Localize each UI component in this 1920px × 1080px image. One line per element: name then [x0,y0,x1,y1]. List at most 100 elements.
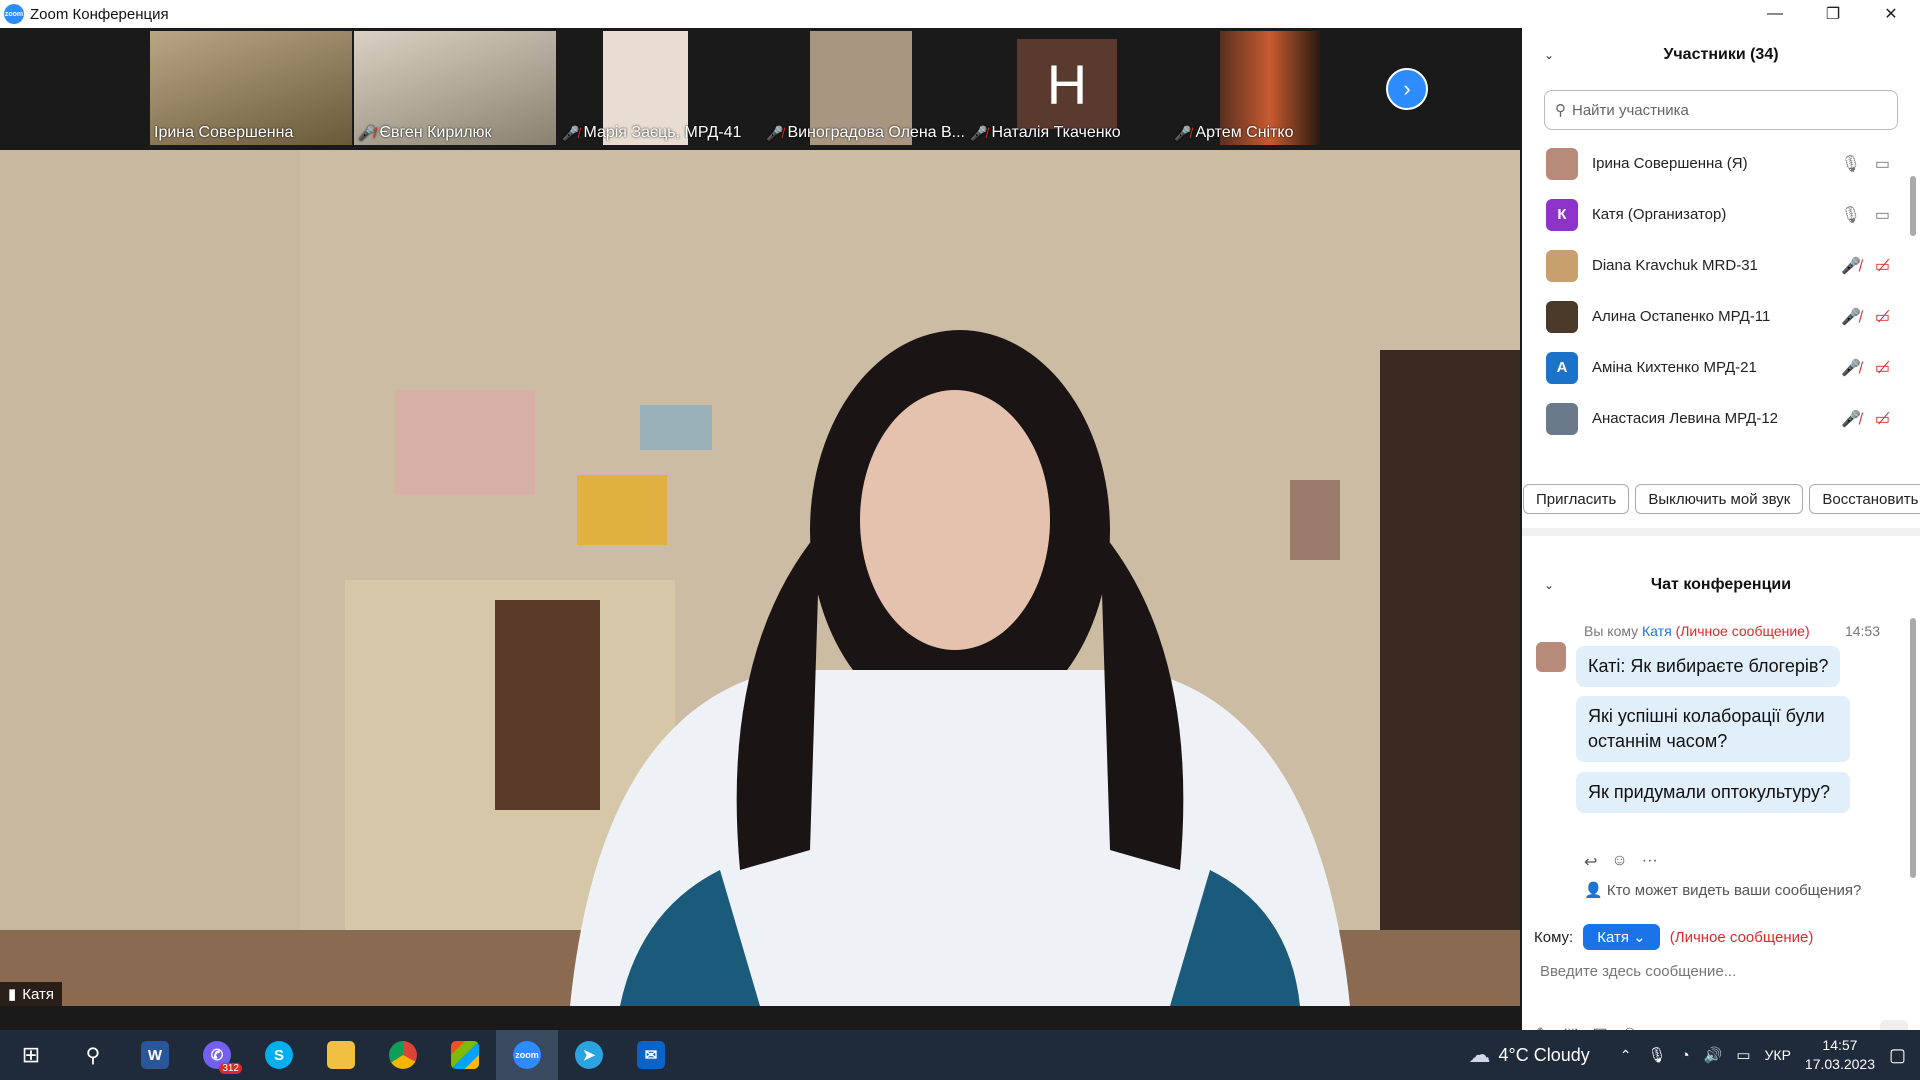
participants-scrollbar[interactable] [1910,176,1916,236]
participant-row[interactable]: К Катя (Организатор) 🎙 ▭ [1522,189,1920,240]
private-label: (Личное сообщение) [1669,928,1814,946]
who-can-see-link[interactable]: 👤 Кто может видеть ваши сообщения? [1584,881,1861,899]
participant-name: Виноградова Олена В... [787,124,964,141]
message-actions: ↩ ☺ ··· [1584,852,1658,872]
participant-row[interactable]: Diana Kravchuk MRD-31 🎤̸ ▭̸ [1522,240,1920,291]
minimize-button[interactable]: — [1746,0,1804,28]
taskbar-store[interactable] [434,1030,496,1080]
language-indicator[interactable]: УКР [1765,1047,1791,1063]
title-bar: zoom Zoom Конференция — ❐ ✕ [0,0,1920,28]
thumbnail-tile[interactable]: 🎤̸ Артем Снітко [1170,31,1372,145]
participant-name: Ірина Совершенна [154,124,294,141]
side-panel: ⌄ Участники (34) ⚲ Найти участника Ірина… [1522,28,1920,1048]
participant-row[interactable]: Алина Остапенко МРД-11 🎤̸ ▭̸ [1522,291,1920,342]
mic-muted-icon: 🎤̸ [1840,257,1861,275]
meta-recipient[interactable]: Катя [1642,623,1672,639]
chat-scrollbar[interactable] [1910,618,1916,878]
telegram-icon: ➤ [575,1041,603,1069]
reply-icon[interactable]: ↩ [1584,852,1597,872]
taskbar-skype[interactable]: S [248,1030,310,1080]
network-icon[interactable]: ◔ [1681,1047,1690,1064]
clock[interactable]: 14:57 17.03.2023 [1805,1036,1875,1074]
participants-title: Участники (34) [1663,46,1779,63]
to-label: Кому: [1534,928,1574,946]
avatar [1546,249,1578,282]
thumbnail-tile[interactable]: Н 🎤̸ Наталія Ткаченко [966,31,1168,145]
avatar [1536,642,1566,672]
participant-row[interactable]: А Аміна Кихтенко МРД-21 🎤̸ ▭̸ [1522,342,1920,393]
signal-strength-icon: ▮ [8,986,17,1003]
mic-muted-icon: 🎤̸ [1840,410,1861,428]
battery-icon[interactable]: ▭ [1736,1046,1750,1064]
clock-date: 17.03.2023 [1804,1056,1875,1072]
notification-icon[interactable]: ▢ [1889,1045,1906,1066]
store-icon [451,1041,479,1069]
taskbar-mail[interactable]: ✉ [620,1030,682,1080]
skype-icon: S [265,1041,293,1069]
avatar-letter: Н [1017,39,1117,129]
taskbar-explorer[interactable] [310,1030,372,1080]
participant-row[interactable]: Ірина Совершенна (Я) 🎙 ▭ [1522,138,1920,189]
taskbar-telegram[interactable]: ➤ [558,1030,620,1080]
participant-search-input[interactable]: ⚲ Найти участника [1544,90,1898,130]
search-button[interactable]: ⚲ [62,1030,124,1080]
thumbnail-tile[interactable]: Ірина Совершенна [150,31,352,145]
volume-icon[interactable]: 🔊 [1704,1046,1723,1064]
chat-header: ⌄ Чат конференции [1522,558,1920,612]
collapse-chevron-icon[interactable]: ⌄ [1544,578,1554,592]
speaker-name: Катя [22,985,55,1003]
taskbar-chrome[interactable] [372,1030,434,1080]
search-icon: ⚲ [1555,102,1566,119]
mic-muted-icon: 🎤̸ [562,124,580,141]
taskbar-word[interactable]: W [124,1030,186,1080]
collapse-chevron-icon[interactable]: ⌄ [1544,48,1554,62]
meta-you: Вы кому [1584,623,1639,639]
message-input[interactable]: Введите здесь сообщение... [1540,963,1736,980]
participant-row[interactable]: Анастасия Левина МРД-12 🎤̸ ▭̸ [1522,393,1920,444]
recipient-dropdown[interactable]: Катя ⌄ [1583,924,1660,950]
who-can-see-text: Кто может видеть ваши сообщения? [1606,882,1862,899]
invite-button[interactable]: Пригласить [1523,484,1630,514]
thumbnail-strip: Ірина Совершенна 🎤̸ Євген Кирилюк 🎤̸ Марія… [0,28,1520,150]
recipient-row: Кому: Катя ⌄ (Личное сообщение) [1534,924,1813,950]
close-button[interactable]: ✕ [1862,0,1920,28]
participants-header: ⌄ Участники (34) [1522,28,1920,82]
weather-text[interactable]: 4°C Cloudy [1499,1045,1590,1066]
recipient-value: Катя [1597,929,1629,946]
next-page-button[interactable]: › [1386,68,1428,110]
video-area: Ірина Совершенна 🎤̸ Євген Кирилюк 🎤̸ Марія… [0,28,1520,1030]
more-icon[interactable]: ··· [1642,852,1658,872]
avatar: К [1546,198,1578,231]
emoji-react-icon[interactable]: ☺ [1611,852,1627,872]
chat-message: Які успішні колаборації були останнім ча… [1576,696,1850,762]
thumbnail-tile[interactable]: 🎤̸ Виноградова Олена В... [762,31,964,145]
participant-name: Марія Заєць, МРД-41 [583,124,742,141]
thumbnail-tile[interactable]: 🎤̸ Марія Заєць, МРД-41 [558,31,760,145]
restore-button[interactable]: Восстановить [1809,484,1920,514]
thumbnail-tile[interactable]: 🎤̸ Євген Кирилюк [354,31,556,145]
camera-icon: ▭ [1874,206,1890,224]
mute-me-button[interactable]: Выключить мой звук [1635,484,1804,514]
taskbar-viber[interactable]: ✆ 312 [186,1030,248,1080]
camera-off-icon: ▭̸ [1874,257,1890,275]
participant-name: Євген Кирилюк [379,124,492,141]
mic-icon[interactable]: 🎙 [1648,1046,1667,1064]
avatar [1546,402,1578,435]
participant-name: Diana Kravchuk MRD-31 [1592,257,1758,274]
start-button[interactable]: ⊞ [0,1030,62,1080]
participant-list: Ірина Совершенна (Я) 🎙 ▭ К Катя (Организа… [1522,138,1920,444]
participant-name: Артем Снітко [1195,124,1294,141]
word-icon: W [141,1041,169,1069]
message-meta: Вы кому Катя (Личное сообщение) [1584,623,1810,639]
avatar [1546,147,1578,180]
camera-off-icon: ▭̸ [1874,410,1890,428]
chevron-up-icon[interactable]: ⌃ [1620,1047,1632,1064]
mic-muted-icon: 🎤̸ [1174,124,1192,141]
taskbar-zoom[interactable]: zoom [496,1030,558,1080]
restore-button[interactable]: ❐ [1804,0,1862,28]
participant-name: Анастасия Левина МРД-12 [1592,410,1779,427]
zoom-app-icon: zoom [4,4,24,24]
clock-time: 14:57 [1822,1037,1858,1053]
chevron-down-icon: ⌄ [1633,929,1646,946]
mail-icon: ✉ [637,1041,665,1069]
